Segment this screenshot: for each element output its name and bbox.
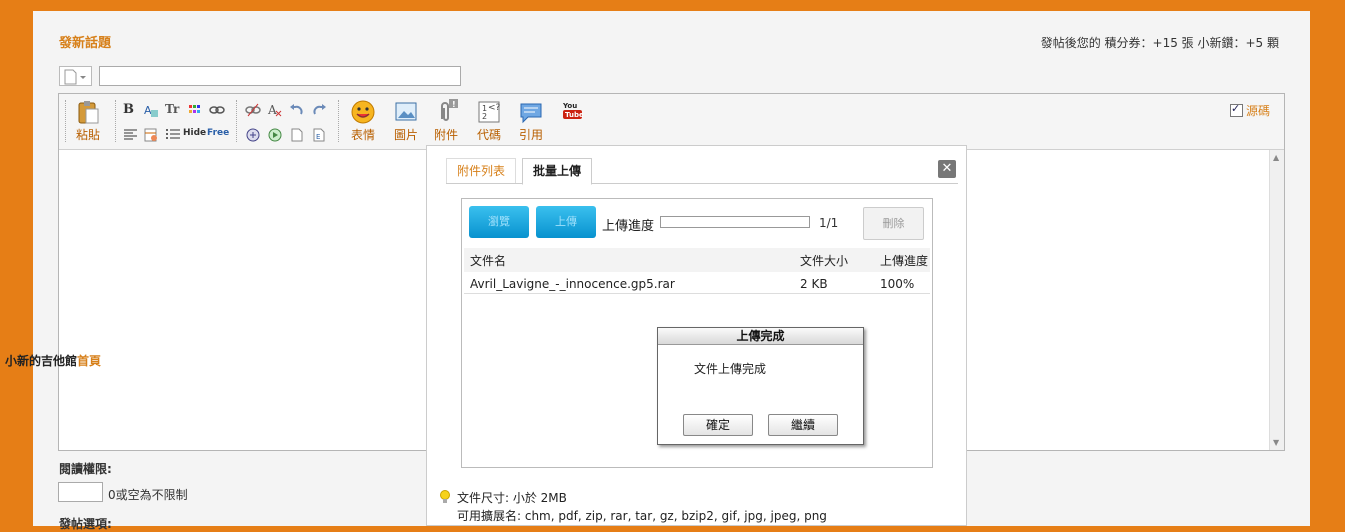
svg-text:!: ! [452, 100, 456, 109]
table-icon[interactable] [143, 127, 159, 143]
page-title: 發新話題 [59, 36, 112, 51]
flash-icon[interactable] [267, 127, 283, 143]
undo-icon[interactable] [289, 102, 305, 118]
link-icon[interactable] [209, 102, 225, 118]
code-button[interactable]: 1 <? 2 代碼 [469, 99, 509, 143]
scroll-down-icon: ▼ [1273, 438, 1280, 447]
upload-complete-alert: 上傳完成 文件上傳完成 確定 繼續 [657, 327, 864, 445]
file-table-header: 文件名 文件大小 上傳進度 [464, 248, 930, 272]
free-icon[interactable]: Free [207, 128, 229, 144]
column-progress: 上傳進度 [880, 254, 929, 268]
alert-title: 上傳完成 [658, 328, 863, 345]
post-options-label: 發帖選項: [59, 517, 112, 531]
emoji-button[interactable]: 表情 [343, 99, 383, 143]
document-icon[interactable]: E [311, 127, 327, 143]
image-button[interactable]: 圖片 [386, 99, 426, 143]
hide-icon[interactable]: Hide [183, 128, 206, 144]
clipboard-icon [75, 99, 101, 125]
site-breadcrumb: 小新的吉他館首頁 [5, 352, 101, 369]
column-filename: 文件名 [470, 254, 507, 268]
font-size-icon[interactable]: Tr [165, 102, 181, 118]
browse-button[interactable]: 瀏覽 [469, 206, 529, 238]
progress-label: 上傳進度 [602, 219, 655, 234]
bold-icon[interactable]: B [123, 102, 139, 118]
page-icon[interactable] [289, 127, 305, 143]
source-mode-toggle[interactable]: 源碼 [1229, 102, 1270, 119]
site-name: 小新的吉他館 [5, 354, 78, 368]
file-progress: 100% [880, 277, 915, 291]
svg-text:A: A [267, 103, 277, 117]
dialog-tabs: 附件列表 批量上傳 [446, 158, 958, 185]
tab-batch-upload[interactable]: 批量上傳 [522, 158, 593, 185]
post-icon-select[interactable] [59, 66, 92, 86]
paperclip-icon: ! [433, 99, 459, 125]
unlink-icon[interactable] [245, 102, 261, 118]
svg-text:Tube: Tube [565, 111, 583, 119]
lightbulb-icon [439, 490, 451, 507]
subject-input[interactable] [99, 66, 461, 86]
alert-message: 文件上傳完成 [694, 362, 767, 376]
source-checkbox[interactable] [1229, 102, 1243, 117]
align-icon[interactable] [123, 127, 139, 143]
file-size: 2 KB [800, 277, 828, 291]
redo-icon[interactable] [311, 102, 327, 118]
svg-text:E: E [316, 133, 320, 141]
scroll-up-icon: ▲ [1273, 153, 1280, 162]
list-icon[interactable] [165, 127, 181, 143]
continue-button[interactable]: 繼續 [768, 414, 838, 436]
picture-icon [393, 99, 419, 125]
upload-dialog: 附件列表 批量上傳 ✕ 瀏覽 上傳 上傳進度 1/1 刪除 文件名 文件大小 上… [426, 145, 967, 526]
column-filesize: 文件大小 [800, 254, 849, 268]
speech-bubble-icon [518, 99, 544, 125]
insert-media-icon[interactable] [245, 127, 261, 143]
allowed-extensions: 可用擴展名: chm, pdf, zip, rar, tar, gz, bzip… [457, 509, 827, 523]
svg-text:A: A [144, 104, 152, 117]
clear-format-icon[interactable]: A [267, 102, 283, 118]
permission-label: 閱讀權限: [59, 462, 112, 476]
close-icon[interactable]: ✕ [938, 160, 956, 178]
document-icon [64, 69, 86, 85]
table-row[interactable]: Avril_Lavigne_-_innocence.gp5.rar 2 KB 1… [464, 273, 930, 294]
upload-panel: 瀏覽 上傳 上傳進度 1/1 刪除 文件名 文件大小 上傳進度 Avril_La… [461, 198, 933, 468]
quote-button[interactable]: 引用 [511, 99, 551, 143]
delete-button[interactable]: 刪除 [863, 207, 924, 240]
youtube-icon[interactable]: You Tube [562, 100, 584, 120]
svg-text:<?: <? [488, 103, 501, 113]
progress-bar [660, 216, 810, 228]
attach-button[interactable]: ! 附件 [426, 99, 466, 143]
editor-scrollbar[interactable]: ▲ ▼ [1269, 150, 1284, 450]
editor-toolbar: 粘貼 B A Tr Hide Free A E 表情 圖片 ! 附件 1 <? … [59, 94, 1284, 150]
reward-info: 發帖後您的 積分券：+15 張 小新鑽：+5 顆 [1040, 36, 1279, 50]
file-size-limit: 文件尺寸: 小於 2MB [457, 491, 567, 505]
tab-attachment-list[interactable]: 附件列表 [446, 158, 517, 183]
svg-text:2: 2 [482, 112, 487, 121]
ok-button[interactable]: 確定 [683, 414, 753, 436]
code-icon: 1 <? 2 [476, 99, 502, 125]
progress-count: 1/1 [819, 216, 839, 230]
upload-button[interactable]: 上傳 [536, 206, 596, 238]
home-link[interactable]: 首頁 [77, 354, 101, 368]
permission-input[interactable] [58, 482, 103, 502]
paste-button[interactable]: 粘貼 [68, 99, 108, 143]
color-grid-icon[interactable] [187, 102, 203, 118]
smiley-icon [350, 99, 376, 125]
svg-text:You: You [563, 102, 577, 110]
file-name: Avril_Lavigne_-_innocence.gp5.rar [470, 277, 675, 291]
permission-hint: 0或空為不限制 [108, 488, 188, 502]
font-color-icon[interactable]: A [143, 102, 159, 118]
